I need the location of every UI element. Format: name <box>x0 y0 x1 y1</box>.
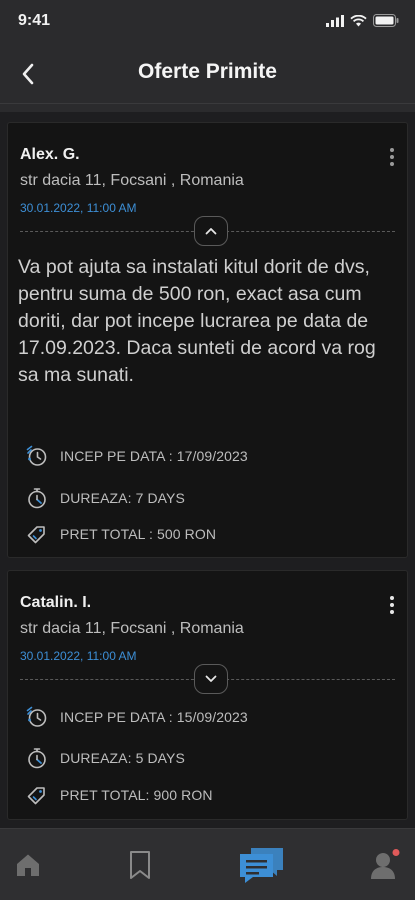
signal-icon <box>326 14 344 27</box>
price-tag-icon <box>24 782 50 808</box>
chevron-up-icon <box>205 228 217 235</box>
nav-profile[interactable] <box>360 829 410 900</box>
start-date-label: INCEP PE DATA : 15/09/2023 <box>60 709 248 725</box>
stopwatch-icon <box>24 745 50 771</box>
chevron-down-icon <box>205 675 217 682</box>
duration-label: DUREAZA: 7 DAYS <box>60 490 185 506</box>
chat-icon <box>240 848 283 883</box>
nav-home[interactable] <box>0 829 56 900</box>
status-icons <box>326 14 399 27</box>
nav-bookmarks[interactable] <box>112 829 168 900</box>
notification-badge <box>392 849 400 856</box>
calendar-clock-icon <box>24 704 50 730</box>
status-time: 9:41 <box>18 12 51 29</box>
stopwatch-icon <box>24 485 50 511</box>
offer-name: Catalin. I. <box>20 594 92 611</box>
price-row: PRET TOTAL: 900 RON <box>24 781 213 809</box>
battery-icon <box>373 14 399 27</box>
offer-address: str dacia 11, Focsani , Romania <box>20 620 244 637</box>
offer-card[interactable]: Alex. G. str dacia 11, Focsani , Romania… <box>7 122 408 558</box>
page-title: Oferte Primite <box>138 60 277 83</box>
offer-name: Alex. G. <box>20 146 80 163</box>
wifi-icon <box>350 14 367 26</box>
price-label: PRET TOTAL : 500 RON <box>60 526 217 542</box>
start-date-row: INCEP PE DATA : 17/09/2023 <box>24 442 248 470</box>
offer-message: Va pot ajuta sa instalati kitul dorit de… <box>18 256 376 386</box>
calendar-clock-icon <box>24 443 50 469</box>
duration-row: DUREAZA: 5 DAYS <box>24 744 185 772</box>
offers-list[interactable]: Alex. G. str dacia 11, Focsani , Romania… <box>0 112 415 828</box>
app-bar: Oferte Primite <box>0 44 415 104</box>
bookmark-icon <box>130 851 150 879</box>
duration-row: DUREAZA: 7 DAYS <box>24 484 185 512</box>
expand-button[interactable] <box>194 664 228 694</box>
status-bar: 9:41 <box>0 0 415 44</box>
more-options-button[interactable] <box>383 143 401 171</box>
profile-icon <box>371 849 400 879</box>
offer-date: 30.01.2022, 11:00 AM <box>20 201 137 215</box>
collapse-button[interactable] <box>194 216 228 246</box>
duration-label: DUREAZA: 5 DAYS <box>60 750 185 766</box>
more-options-button[interactable] <box>383 591 401 619</box>
price-label: PRET TOTAL: 900 RON <box>60 787 213 803</box>
home-icon <box>17 854 39 876</box>
bottom-nav <box>0 828 415 900</box>
offer-card[interactable]: Catalin. I. str dacia 11, Focsani , Roma… <box>7 570 408 820</box>
offer-address: str dacia 11, Focsani , Romania <box>20 172 244 189</box>
nav-messages[interactable] <box>232 829 292 900</box>
start-date-label: INCEP PE DATA : 17/09/2023 <box>60 448 248 464</box>
start-date-row: INCEP PE DATA : 15/09/2023 <box>24 703 248 731</box>
offer-date: 30.01.2022, 11:00 AM <box>20 649 137 663</box>
price-row: PRET TOTAL : 500 RON <box>24 520 216 548</box>
price-tag-icon <box>24 521 50 547</box>
